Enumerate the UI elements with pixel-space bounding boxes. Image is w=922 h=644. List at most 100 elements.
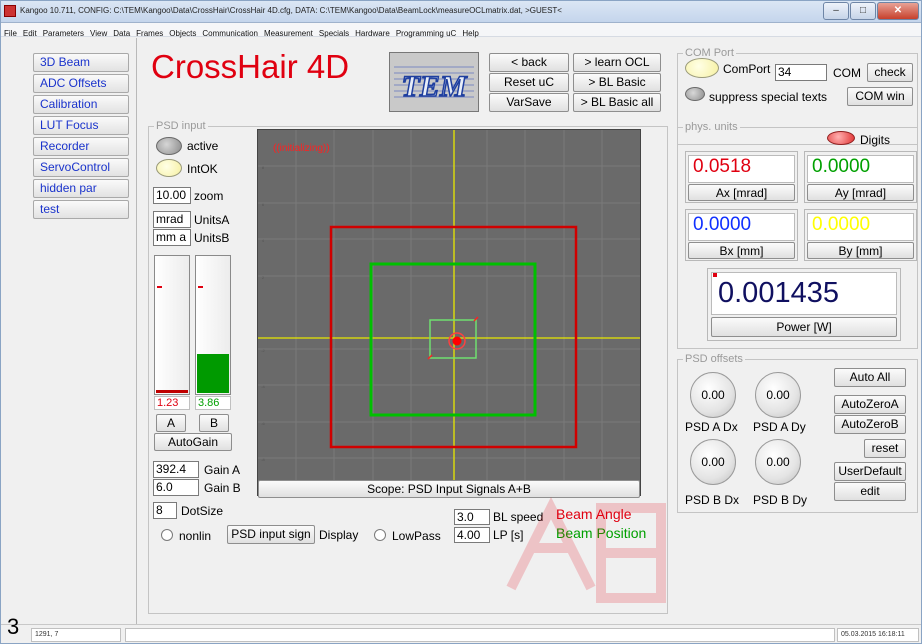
b-button[interactable]: B: [199, 414, 229, 432]
app-title: CrossHair 4D: [151, 48, 350, 85]
app-icon: [4, 5, 16, 17]
power-label-button[interactable]: Power [W]: [711, 317, 897, 337]
maximize-button[interactable]: □: [850, 2, 876, 20]
com-port-group-label: COM Port: [683, 47, 736, 59]
bl-basic-button[interactable]: > BL Basic: [573, 73, 661, 92]
nonlin-radio[interactable]: [161, 529, 173, 541]
window-title: Kangoo 10.711, CONFIG: C:\TEM\Kangoo\Dat…: [20, 6, 562, 15]
zoom-input[interactable]: 10.00: [153, 187, 191, 204]
bl-basic-all-button[interactable]: > BL Basic all: [573, 93, 661, 112]
psd-b-value: 3.86: [195, 396, 231, 410]
dotsize-input[interactable]: 8: [153, 502, 177, 519]
title-bar[interactable]: Kangoo 10.711, CONFIG: C:\TEM\Kangoo\Dat…: [1, 1, 921, 23]
nav-calibration[interactable]: Calibration: [33, 95, 129, 114]
by-label-button[interactable]: By [mm]: [807, 242, 914, 259]
psd-b-level-fill: [197, 354, 229, 393]
scope-title-button[interactable]: Scope: PSD Input Signals A+B: [258, 480, 640, 498]
intok-label: IntOK: [187, 162, 218, 176]
psd-offsets-group-label: PSD offsets: [683, 353, 745, 365]
edit-button[interactable]: edit: [834, 482, 906, 501]
ax-value: 0.0518: [688, 155, 795, 183]
beam-angle-legend: Beam Angle: [556, 506, 632, 522]
dotsize-label: DotSize: [181, 504, 224, 518]
ax-label-button[interactable]: Ax [mrad]: [688, 184, 795, 201]
nav-hidden-par[interactable]: hidden par: [33, 179, 129, 198]
learn-ocl-button[interactable]: > learn OCL: [573, 53, 661, 72]
lowpass-label: LowPass: [392, 529, 441, 543]
units-a-input[interactable]: mrad: [153, 211, 191, 228]
status-coords: 1291, 7: [31, 628, 121, 642]
reset-button[interactable]: reset: [864, 439, 906, 458]
ay-value: 0.0000: [807, 155, 914, 183]
status-message: [125, 628, 835, 642]
display-label: Display: [319, 528, 359, 542]
nav-adc-offsets[interactable]: ADC Offsets: [33, 74, 129, 93]
power-value: 0.001435: [711, 272, 897, 315]
comport-led: [685, 58, 719, 78]
back-button[interactable]: < back: [489, 53, 569, 72]
nav-recorder[interactable]: Recorder: [33, 137, 129, 156]
logo-text: TEM: [401, 70, 467, 103]
minimize-button[interactable]: –: [823, 2, 849, 20]
suppress-led[interactable]: [685, 87, 705, 101]
bx-label-button[interactable]: Bx [mm]: [688, 242, 795, 259]
nav-3d-beam[interactable]: 3D Beam: [33, 53, 129, 72]
autozero-b-button[interactable]: AutoZeroB: [834, 415, 906, 434]
zoom-label: zoom: [194, 189, 224, 203]
phys-units-group-label: phys. units: [683, 121, 740, 133]
power-marker: [713, 273, 717, 277]
bx-value: 0.0000: [688, 213, 795, 241]
psd-a-dy-knob[interactable]: 0.00: [755, 372, 801, 418]
intok-led: [156, 159, 182, 177]
psd-a-level-bar: [154, 255, 190, 395]
nav-lut-focus[interactable]: LUT Focus: [33, 116, 129, 135]
client-area: 3D Beam ADC Offsets Calibration LUT Focu…: [1, 38, 921, 624]
psd-b-marker: [198, 286, 203, 288]
lp-label: LP [s]: [493, 528, 524, 542]
units-a-label: UnitsA: [194, 213, 230, 227]
psd-a-level-fill: [156, 390, 188, 393]
scope-display[interactable]: -8-6-4-2 02468 8642 -2-4-6-8 ((initializ…: [257, 129, 641, 496]
varsave-button[interactable]: VarSave: [489, 93, 569, 112]
nav-servocontrol[interactable]: ServoControl: [33, 158, 129, 177]
psd-input-sign-button[interactable]: PSD input sign: [227, 525, 315, 544]
userdefault-button[interactable]: UserDefault: [834, 462, 906, 481]
psd-input-group-label: PSD input: [154, 120, 208, 132]
digits-led[interactable]: [827, 131, 855, 145]
gain-b-input[interactable]: 6.0: [153, 479, 199, 496]
status-datetime: 05.03.2015 16:18:11: [837, 628, 919, 642]
auto-all-button[interactable]: Auto All: [834, 368, 906, 387]
gain-a-input[interactable]: 392.4: [153, 461, 199, 478]
lowpass-radio[interactable]: [374, 529, 386, 541]
psd-a-value: 1.23: [154, 396, 190, 410]
psd-b-dx-knob[interactable]: 0.00: [690, 439, 736, 485]
com-win-button[interactable]: COM win: [847, 87, 913, 106]
suppress-special-texts-label: suppress special texts: [709, 90, 828, 104]
com-port-number-input[interactable]: 34: [775, 64, 827, 81]
gain-a-label: Gain A: [204, 463, 241, 477]
units-b-label: UnitsB: [194, 231, 230, 245]
close-button[interactable]: ✕: [877, 2, 919, 20]
psd-a-dx-knob[interactable]: 0.00: [690, 372, 736, 418]
overlay-digit: 3: [7, 614, 20, 639]
comport-label: ComPort: [723, 62, 771, 76]
tem-logo: TEM: [389, 52, 479, 112]
psd-a-dx-label: PSD A Dx: [685, 420, 738, 434]
autozero-a-button[interactable]: AutoZeroA: [834, 395, 906, 414]
psd-b-level-bar: [195, 255, 231, 395]
ay-label-button[interactable]: Ay [mrad]: [807, 184, 914, 201]
bl-speed-input[interactable]: 3.0: [454, 509, 490, 525]
autogain-button[interactable]: AutoGain: [154, 433, 232, 451]
status-bar: 1291, 7 05.03.2015 16:18:11: [1, 624, 921, 643]
lp-input[interactable]: 4.00: [454, 527, 490, 543]
beam-dot: [452, 336, 462, 346]
check-button[interactable]: check: [867, 63, 913, 82]
scope-status-text: ((initializing)): [273, 143, 330, 154]
bl-speed-label: BL speed: [493, 510, 544, 524]
application-window: Kangoo 10.711, CONFIG: C:\TEM\Kangoo\Dat…: [0, 0, 922, 644]
a-button[interactable]: A: [156, 414, 186, 432]
psd-b-dy-knob[interactable]: 0.00: [755, 439, 801, 485]
reset-uc-button[interactable]: Reset uC: [489, 73, 569, 92]
nav-test[interactable]: test: [33, 200, 129, 219]
units-b-input[interactable]: mm a: [153, 229, 191, 246]
